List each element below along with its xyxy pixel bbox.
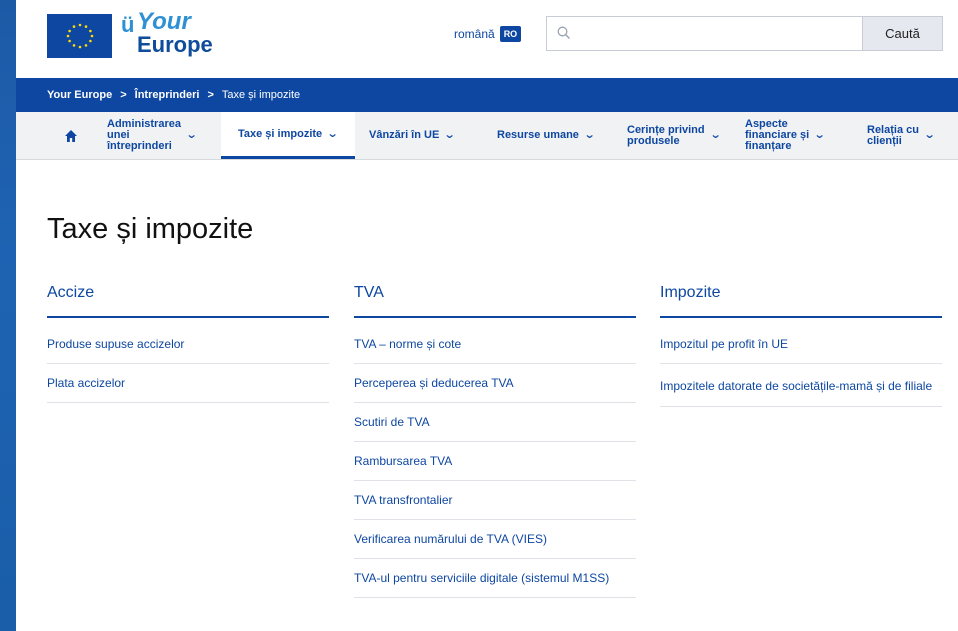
logo-europe: Europe <box>137 32 213 57</box>
list-item-link[interactable]: Produse supuse accizelor <box>47 318 329 364</box>
search-icon <box>557 26 570 39</box>
site-header: ü Your Europe română RO Caută <box>16 0 958 78</box>
nav-item-label: Administrarea unei întreprinderi <box>107 118 181 152</box>
main-nav: Administrarea unei întreprinderi ⌄ Taxe … <box>16 112 958 160</box>
column-impozite: Impozite Impozitul pe profit în UE Impoz… <box>660 284 942 407</box>
link-list: TVA – norme și cote Perceperea și deduce… <box>354 318 636 598</box>
list-item-link[interactable]: Impozitele datorate de societățile-mamă … <box>660 364 942 407</box>
column-heading: TVA <box>354 284 636 318</box>
search-box: Caută <box>546 16 943 51</box>
language-code-badge: RO <box>499 26 522 42</box>
link-list: Produse supuse accizelor Plata accizelor <box>47 318 329 403</box>
language-selector[interactable]: română RO <box>454 26 522 42</box>
breadcrumb-item-your-europe[interactable]: Your Europe <box>47 89 112 101</box>
list-item-link[interactable]: TVA-ul pentru serviciile digitale (siste… <box>354 559 636 598</box>
nav-item-label: Cerințe privind produsele <box>627 123 705 147</box>
list-item-link[interactable]: Scutiri de TVA <box>354 403 636 442</box>
eu-flag-icon[interactable] <box>47 14 112 58</box>
chevron-down-icon: ⌄ <box>923 129 936 141</box>
language-label: română <box>454 27 495 41</box>
nav-item-taxe[interactable]: Taxe și impozite ⌄ <box>221 112 355 159</box>
list-item-link[interactable]: TVA transfrontalier <box>354 481 636 520</box>
column-heading: Accize <box>47 284 329 318</box>
chevron-down-icon: ⌄ <box>185 129 198 141</box>
logo-your: ü Your <box>121 8 213 37</box>
nav-item-label: Relația cu clienții <box>867 123 919 147</box>
nav-item-label: Vânzări în UE <box>369 129 440 141</box>
page-title: Taxe și impozite <box>47 213 254 245</box>
column-heading: Impozite <box>660 284 942 318</box>
breadcrumb-item-current: Taxe și impozite <box>221 89 301 101</box>
home-icon <box>65 129 77 142</box>
breadcrumb-separator: > <box>207 89 214 101</box>
list-item-link[interactable]: TVA – norme și cote <box>354 318 636 364</box>
nav-item-label: Resurse umane <box>497 129 579 141</box>
list-item-link[interactable]: Plata accizelor <box>47 364 329 403</box>
breadcrumb-separator: > <box>120 89 127 101</box>
nav-item-relatia-clienti[interactable]: Relația cu clienții ⌄ <box>851 112 951 159</box>
nav-item-vanzari[interactable]: Vânzări în UE ⌄ <box>355 112 479 159</box>
chevron-down-icon: ⌄ <box>709 129 722 141</box>
link-list: Impozitul pe profit în UE Impozitele dat… <box>660 318 942 407</box>
your-europe-logo[interactable]: ü Your Europe <box>121 10 213 56</box>
list-item-link[interactable]: Impozitul pe profit în UE <box>660 318 942 364</box>
chevron-down-icon: ⌄ <box>583 129 596 141</box>
column-accize: Accize Produse supuse accizelor Plata ac… <box>47 284 329 403</box>
search-button[interactable]: Caută <box>862 17 942 50</box>
list-item-link[interactable]: Perceperea și deducerea TVA <box>354 364 636 403</box>
page: ü Your Europe română RO Caută Your Europe… <box>16 0 958 631</box>
list-item-link[interactable]: Verificarea numărului de TVA (VIES) <box>354 520 636 559</box>
nav-item-label: Taxe și impozite <box>238 127 323 140</box>
logo-line1: Your <box>137 8 191 35</box>
chevron-down-icon: ⌄ <box>326 127 339 140</box>
search-input[interactable] <box>547 17 862 50</box>
nav-item-label: Aspecte financiare și finanțare <box>745 118 810 152</box>
breadcrumb: Your Europe > Întreprinderi > Taxe și im… <box>16 78 958 112</box>
nav-home-button[interactable] <box>47 112 95 159</box>
nav-item-aspecte-financiare[interactable]: Aspecte financiare și finanțare ⌄ <box>737 112 851 159</box>
breadcrumb-item-intreprinderi[interactable]: Întreprinderi <box>135 89 200 101</box>
chevron-down-icon: ⌄ <box>813 129 826 141</box>
nav-item-resurse-umane[interactable]: Resurse umane ⌄ <box>479 112 611 159</box>
list-item-link[interactable]: Rambursarea TVA <box>354 442 636 481</box>
logo-smile-icon: ü <box>121 12 135 37</box>
chevron-down-icon: ⌄ <box>443 129 456 141</box>
nav-item-cerinte[interactable]: Cerințe privind produsele ⌄ <box>611 112 737 159</box>
nav-item-administrarea[interactable]: Administrarea unei întreprinderi ⌄ <box>99 112 221 159</box>
column-tva: TVA TVA – norme și cote Perceperea și de… <box>354 284 636 598</box>
